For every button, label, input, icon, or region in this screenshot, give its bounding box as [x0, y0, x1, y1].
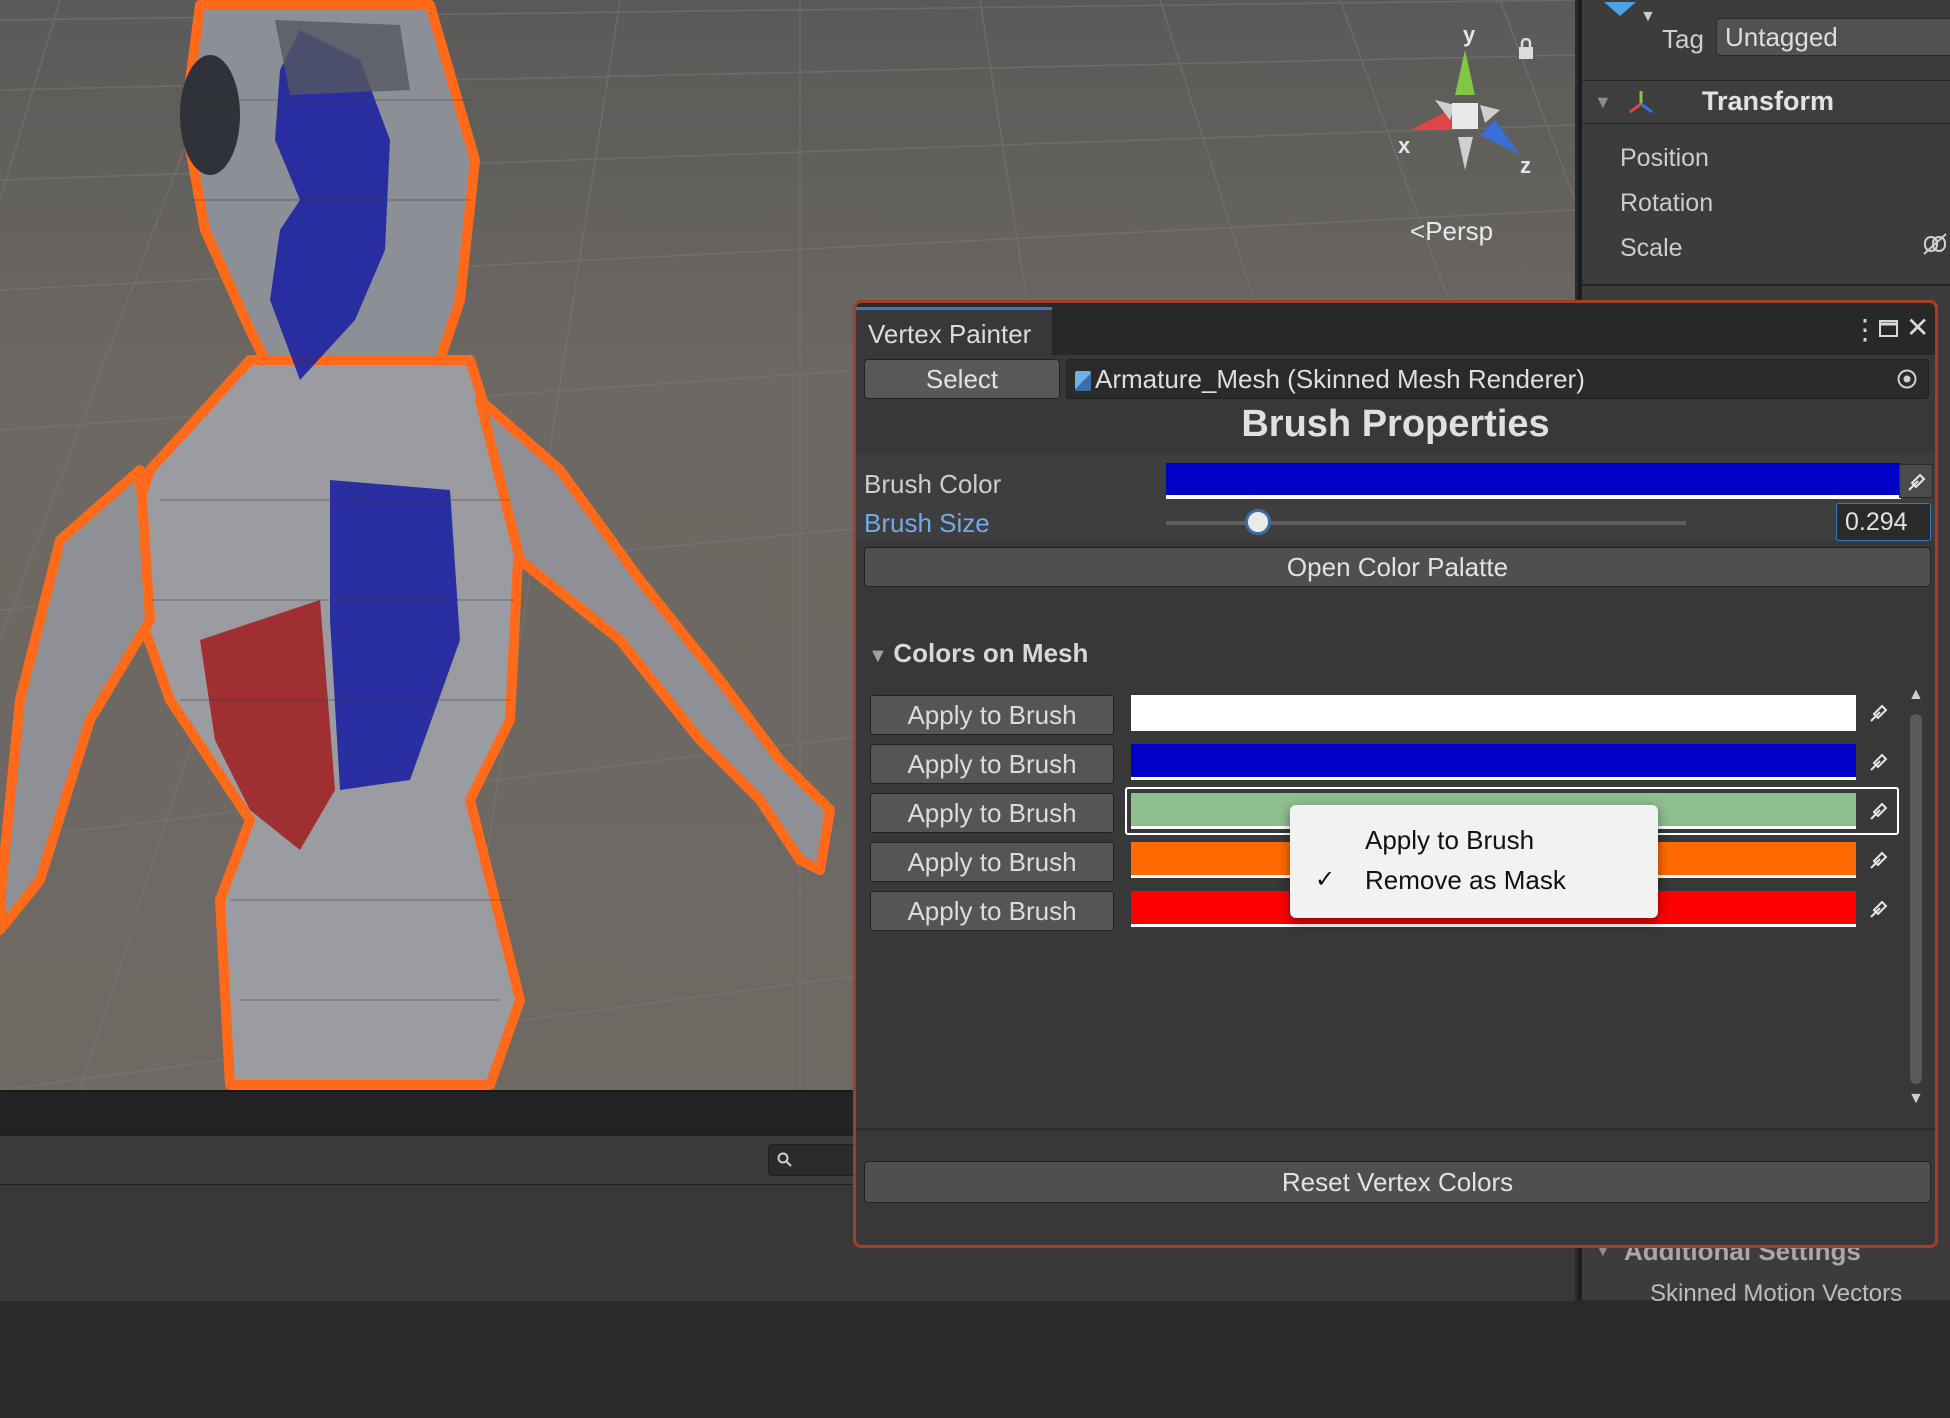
projection-label: Persp	[1425, 216, 1494, 246]
robot-mesh[interactable]	[0, 0, 900, 1090]
colors-on-mesh-label: Colors on Mesh	[893, 638, 1089, 668]
brush-size-slider-track[interactable]	[1166, 521, 1686, 525]
tag-dropdown[interactable]: Untagged	[1716, 18, 1950, 56]
eyedropper-button[interactable]	[1862, 892, 1896, 926]
tab-vertex-painter[interactable]: Vertex Painter	[856, 307, 1052, 355]
colors-list-scrollbar[interactable]: ▲ ▼	[1906, 686, 1926, 1418]
brush-size-slider-knob[interactable]	[1245, 509, 1271, 535]
eyedropper-button[interactable]	[1862, 696, 1896, 730]
gizmo-y-label: y	[1463, 22, 1476, 47]
brush-size-label: Brush Size	[864, 508, 990, 538]
context-menu: Apply to Brush ✓ Remove as Mask	[1290, 805, 1658, 918]
eyedropper-button[interactable]	[1862, 745, 1896, 779]
projection-toggle[interactable]: <Persp	[1410, 216, 1493, 247]
eyedropper-icon	[1870, 704, 1888, 722]
apply-to-brush-button[interactable]: Apply to Brush	[870, 695, 1114, 735]
brush-properties-title: Brush Properties	[1241, 403, 1550, 445]
persp-arrow-icon: <	[1410, 216, 1426, 246]
mesh-color-swatch-white[interactable]	[1131, 695, 1856, 731]
transform-icon	[1629, 91, 1653, 114]
tag-label: Tag	[1662, 24, 1704, 54]
gizmo-z-label: z	[1520, 153, 1531, 178]
section-divider	[856, 1128, 1935, 1130]
object-picker-icon[interactable]	[1896, 368, 1918, 390]
window-titlebar: Vertex Painter ⋮ ✕	[856, 303, 1935, 355]
scroll-down-icon[interactable]: ▼	[1908, 1090, 1924, 1108]
maximize-icon[interactable]	[1878, 315, 1900, 347]
foldout-arrow-icon[interactable]: ▼	[1594, 92, 1612, 113]
reset-vertex-colors-button[interactable]: Reset Vertex Colors	[864, 1161, 1931, 1203]
open-color-palette-button[interactable]: Open Color Palatte	[864, 547, 1931, 587]
component-divider	[1582, 284, 1950, 286]
gizmo-x-label: x	[1398, 133, 1411, 158]
scroll-up-icon[interactable]: ▲	[1908, 686, 1924, 704]
brush-size-input[interactable]: 0.294	[1836, 503, 1931, 541]
eyedropper-icon	[1870, 753, 1888, 771]
apply-to-brush-button[interactable]: Apply to Brush	[870, 842, 1114, 882]
colors-on-mesh-foldout[interactable]: ▼ Colors on Mesh	[868, 638, 1088, 669]
vertex-painter-window: Vertex Painter ⋮ ✕ Select Armature_Mesh …	[853, 300, 1938, 1248]
eyedropper-icon	[1870, 802, 1888, 820]
gameobject-icon	[1604, 2, 1636, 16]
tab-title: Vertex Painter	[868, 319, 1032, 349]
checkmark-icon: ✓	[1315, 866, 1336, 893]
lock-icon[interactable]	[1517, 38, 1535, 60]
constrain-proportions-icon[interactable]	[1922, 232, 1948, 256]
brush-color-label: Brush Color	[864, 469, 1002, 499]
dropdown-arrow-icon[interactable]: ▼	[1640, 8, 1656, 26]
close-icon[interactable]: ✕	[1906, 311, 1929, 344]
apply-to-brush-button[interactable]: Apply to Brush	[870, 891, 1114, 931]
brush-color-field[interactable]	[1166, 463, 1901, 499]
transform-title: Transform	[1702, 86, 1835, 116]
skinned-motion-vectors-label[interactable]: Skinned Motion Vectors	[1650, 1280, 1902, 1308]
mesh-color-swatch-blue[interactable]	[1131, 744, 1856, 780]
search-input[interactable]	[768, 1144, 860, 1176]
select-button[interactable]: Select	[864, 359, 1060, 399]
rotation-label[interactable]: Rotation	[1620, 189, 1713, 218]
brush-color-eyedropper[interactable]	[1899, 464, 1933, 498]
eyedropper-icon	[1870, 900, 1888, 918]
search-icon	[777, 1152, 792, 1167]
context-menu-item-apply-to-brush[interactable]: Apply to Brush	[1365, 825, 1534, 856]
apply-to-brush-button[interactable]: Apply to Brush	[870, 793, 1114, 833]
position-label[interactable]: Position	[1620, 144, 1709, 173]
more-options-icon[interactable]: ⋮	[1851, 313, 1879, 346]
eyedropper-icon	[1870, 851, 1888, 869]
target-object-field[interactable]: Armature_Mesh (Skinned Mesh Renderer)	[1066, 359, 1929, 399]
apply-to-brush-button[interactable]: Apply to Brush	[870, 744, 1114, 784]
foldout-arrow-icon: ▼	[868, 645, 894, 667]
context-menu-item-remove-as-mask[interactable]: Remove as Mask	[1365, 865, 1566, 896]
target-object-label: Armature_Mesh (Skinned Mesh Renderer)	[1095, 364, 1585, 394]
eyedropper-button[interactable]	[1862, 794, 1896, 828]
scale-label[interactable]: Scale	[1620, 234, 1683, 263]
scrollbar-thumb[interactable]	[1910, 714, 1922, 1084]
mesh-renderer-icon	[1075, 371, 1091, 392]
eyedropper-icon	[1908, 473, 1926, 491]
eyedropper-button[interactable]	[1862, 843, 1896, 877]
